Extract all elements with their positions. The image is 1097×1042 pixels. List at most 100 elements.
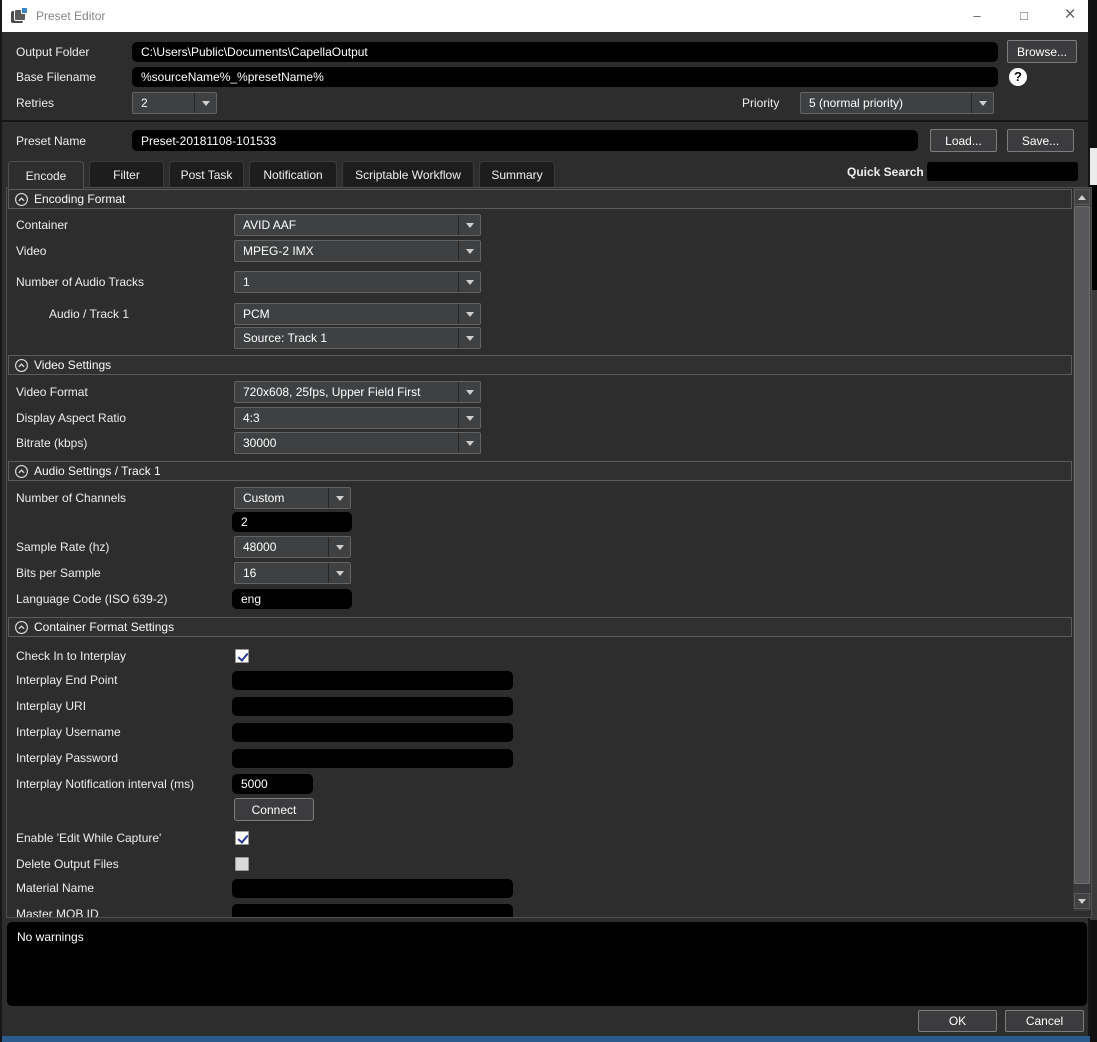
section-header-container-format[interactable]: Container Format Settings (8, 617, 1072, 637)
interplay-password-input[interactable] (232, 749, 513, 768)
horizontal-divider (2, 120, 1092, 122)
display-aspect-ratio-value: 4:3 (235, 408, 458, 428)
delete-output-files-checkbox[interactable] (235, 857, 249, 871)
audio-track1-label: Audio / Track 1 (49, 303, 129, 325)
maximize-button[interactable]: □ (1006, 0, 1042, 30)
vertical-scrollbar[interactable] (1073, 188, 1091, 911)
retries-dropdown[interactable]: 2 (132, 92, 217, 114)
interplay-username-input[interactable] (232, 723, 513, 742)
cancel-button[interactable]: Cancel (1005, 1010, 1084, 1032)
warnings-box: No warnings (7, 922, 1087, 1006)
window-title: Preset Editor (36, 9, 105, 23)
encode-tab-panel: Encoding Format Container AVID AAF Video… (6, 187, 1092, 918)
app-icon (11, 9, 28, 24)
chevron-down-icon (458, 328, 480, 348)
section-header-encoding-format[interactable]: Encoding Format (8, 189, 1072, 209)
screen-background-strip (1090, 920, 1097, 1042)
container-label: Container (16, 214, 68, 236)
preset-name-input[interactable] (132, 130, 918, 151)
display-aspect-ratio-dropdown[interactable]: 4:3 (234, 407, 481, 429)
minimize-button[interactable]: – (959, 0, 995, 30)
priority-dropdown[interactable]: 5 (normal priority) (800, 92, 994, 114)
section-title: Container Format Settings (34, 620, 174, 634)
material-name-input[interactable] (232, 879, 513, 898)
retries-value: 2 (133, 93, 194, 113)
scroll-up-icon (1078, 195, 1086, 200)
num-channels-dropdown[interactable]: Custom (234, 487, 351, 509)
tab-filter[interactable]: Filter (89, 161, 164, 188)
interplay-uri-input[interactable] (232, 697, 513, 716)
scrollbar-thumb[interactable] (1074, 206, 1090, 884)
tab-scriptable-workflow[interactable]: Scriptable Workflow (342, 161, 474, 188)
bits-per-sample-label: Bits per Sample (16, 562, 101, 584)
warnings-text: No warnings (17, 930, 84, 944)
material-name-label: Material Name (16, 877, 94, 899)
video-format-value: 720x608, 25fps, Upper Field First (235, 382, 458, 402)
scroll-down-button[interactable] (1074, 893, 1090, 909)
video-label: Video (16, 240, 46, 262)
video-codec-dropdown[interactable]: MPEG-2 IMX (234, 240, 481, 262)
screen-background-strip (1090, 148, 1097, 185)
language-code-input[interactable] (232, 589, 352, 609)
chevron-down-icon (458, 241, 480, 261)
interplay-username-label: Interplay Username (16, 721, 121, 743)
chevron-down-icon (328, 563, 350, 583)
delete-output-files-label: Delete Output Files (16, 853, 119, 875)
interplay-notification-interval-input[interactable] (232, 774, 313, 794)
ok-button[interactable]: OK (918, 1010, 997, 1032)
collapse-section-icon[interactable] (14, 620, 29, 635)
quick-search-input[interactable] (927, 162, 1078, 181)
num-audio-tracks-value: 1 (235, 272, 458, 292)
bitrate-dropdown[interactable]: 30000 (234, 432, 481, 454)
num-channels-custom-input[interactable] (232, 512, 352, 532)
sample-rate-dropdown[interactable]: 48000 (234, 536, 351, 558)
tab-encode[interactable]: Encode (8, 161, 84, 189)
preset-name-label: Preset Name (16, 130, 86, 152)
num-audio-tracks-dropdown[interactable]: 1 (234, 271, 481, 293)
scroll-down-icon (1078, 899, 1086, 904)
collapse-section-icon[interactable] (14, 192, 29, 207)
interplay-notification-interval-label: Interplay Notification interval (ms) (16, 773, 194, 795)
container-dropdown[interactable]: AVID AAF (234, 214, 481, 236)
language-code-label: Language Code (ISO 639-2) (16, 588, 167, 610)
scroll-up-button[interactable] (1074, 189, 1090, 205)
interplay-password-label: Interplay Password (16, 747, 118, 769)
help-icon[interactable]: ? (1009, 68, 1027, 86)
video-format-dropdown[interactable]: 720x608, 25fps, Upper Field First (234, 381, 481, 403)
audio-track1-source-dropdown[interactable]: Source: Track 1 (234, 327, 481, 349)
master-mob-id-input[interactable] (232, 904, 513, 918)
section-header-audio-settings[interactable]: Audio Settings / Track 1 (8, 461, 1072, 481)
base-filename-label: Base Filename (16, 66, 96, 88)
edit-while-capture-label: Enable 'Edit While Capture' (16, 827, 161, 849)
chevron-down-icon (328, 537, 350, 557)
container-value: AVID AAF (235, 215, 458, 235)
chevron-down-icon (458, 272, 480, 292)
num-channels-label: Number of Channels (16, 487, 126, 509)
base-filename-input[interactable] (132, 67, 998, 87)
bits-per-sample-dropdown[interactable]: 16 (234, 562, 351, 584)
collapse-section-icon[interactable] (14, 464, 29, 479)
browse-button[interactable]: Browse... (1007, 40, 1077, 63)
output-folder-input[interactable] (132, 42, 998, 62)
load-button[interactable]: Load... (930, 129, 997, 152)
priority-value: 5 (normal priority) (801, 93, 971, 113)
tab-post-task[interactable]: Post Task (169, 161, 244, 188)
save-button[interactable]: Save... (1007, 129, 1074, 152)
interplay-end-point-label: Interplay End Point (16, 669, 117, 691)
edit-while-capture-checkbox[interactable] (235, 831, 249, 845)
interplay-end-point-input[interactable] (232, 671, 513, 690)
audio-track1-codec-value: PCM (235, 304, 458, 324)
connect-button[interactable]: Connect (234, 798, 314, 821)
check-in-interplay-checkbox[interactable] (235, 649, 249, 663)
close-button[interactable]: × (1052, 0, 1088, 30)
collapse-section-icon[interactable] (14, 358, 29, 373)
audio-track1-codec-dropdown[interactable]: PCM (234, 303, 481, 325)
interplay-uri-label: Interplay URI (16, 695, 86, 717)
preset-editor-window: Preset Editor – □ × Output Folder Browse… (0, 0, 1090, 1042)
chevron-down-icon (458, 433, 480, 453)
title-bar: Preset Editor – □ × (2, 0, 1088, 32)
check-in-interplay-label: Check In to Interplay (16, 645, 126, 667)
tab-summary[interactable]: Summary (479, 161, 555, 188)
tab-notification[interactable]: Notification (249, 161, 337, 188)
section-header-video-settings[interactable]: Video Settings (8, 355, 1072, 375)
